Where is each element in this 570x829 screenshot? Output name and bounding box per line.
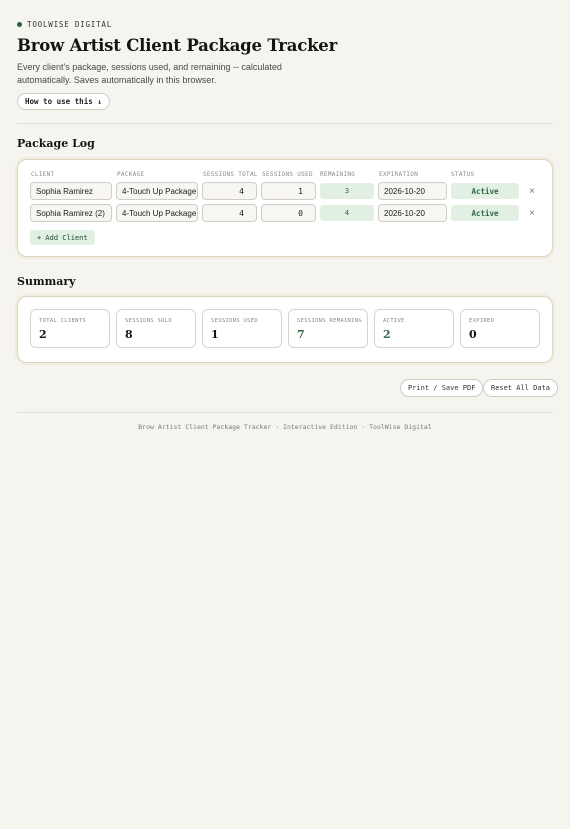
summary-title: Summary (17, 275, 76, 288)
status-badge: Active (451, 183, 519, 199)
divider (17, 123, 553, 124)
remove-row-close-icon[interactable]: × (527, 207, 537, 219)
reset-all-data-button[interactable]: Reset All Data (483, 379, 559, 397)
stat-label: ACTIVE (383, 318, 405, 324)
column-header-expiration: EXPIRATION (379, 171, 419, 178)
column-header-sessions-used: SESSIONS USED (262, 171, 313, 178)
remaining-value: 3 (320, 183, 374, 199)
client-name-input[interactable]: Sophia Ramirez (2) (30, 204, 112, 222)
column-header-remaining: REMAINING (320, 171, 356, 178)
sessions-total-input[interactable]: 4 (202, 182, 257, 200)
page-description: Every client's package, sessions used, a… (17, 62, 282, 85)
stat-label: TOTAL CLIENTS (39, 318, 86, 324)
expiration-date-input[interactable]: 2026-10-20 (378, 182, 447, 200)
stat-label: EXPIRED (469, 318, 495, 324)
stat-label: SESSIONS SOLD (125, 318, 172, 324)
stat-expired: EXPIRED 0 (460, 309, 540, 348)
stat-value: 2 (383, 328, 391, 341)
brand: TOOLWISE DIGITAL (17, 20, 112, 29)
status-badge: Active (451, 205, 519, 221)
column-header-sessions-total: SESSIONS TOTAL (203, 171, 258, 178)
stat-value: 2 (39, 328, 47, 341)
stat-sessions-remaining: SESSIONS REMAINING 7 (288, 309, 368, 348)
sessions-total-input[interactable]: 4 (202, 204, 257, 222)
expiration-date-input[interactable]: 2026-10-20 (378, 204, 447, 222)
stat-sessions-used: SESSIONS USED 1 (202, 309, 282, 348)
stat-label: SESSIONS REMAINING (297, 318, 363, 324)
brand-dot-icon (17, 22, 22, 27)
stat-value: 7 (297, 328, 305, 341)
package-log-title: Package Log (17, 137, 95, 150)
how-to-use-button[interactable]: How to use this ↓ (17, 93, 110, 110)
footer-divider (17, 412, 553, 413)
add-client-button[interactable]: + Add Client (30, 230, 95, 245)
footer-text: Brow Artist Client Package Tracker · Int… (138, 423, 432, 431)
stat-label: SESSIONS USED (211, 318, 258, 324)
print-save-pdf-button[interactable]: Print / Save PDF (400, 379, 484, 397)
page-title: Brow Artist Client Package Tracker (17, 36, 338, 55)
brand-name: TOOLWISE DIGITAL (27, 20, 113, 29)
stat-value: 0 (469, 328, 477, 341)
stat-value: 8 (125, 328, 133, 341)
sessions-used-input[interactable]: 0 (261, 204, 316, 222)
remaining-value: 4 (320, 205, 374, 221)
client-name-input[interactable]: Sophia Ramirez (30, 182, 112, 200)
column-header-package: PACKAGE (117, 171, 145, 178)
stat-sessions-sold: SESSIONS SOLD 8 (116, 309, 196, 348)
package-name-input[interactable]: 4-Touch Up Package (116, 204, 198, 222)
remove-row-close-icon[interactable]: × (527, 185, 537, 197)
column-header-client: CLIENT (31, 171, 55, 178)
stat-active: ACTIVE 2 (374, 309, 454, 348)
package-name-input[interactable]: 4-Touch Up Package (116, 182, 198, 200)
column-header-status: STATUS (451, 171, 475, 178)
sessions-used-input[interactable]: 1 (261, 182, 316, 200)
stat-value: 1 (211, 328, 219, 341)
stat-total-clients: TOTAL CLIENTS 2 (30, 309, 110, 348)
